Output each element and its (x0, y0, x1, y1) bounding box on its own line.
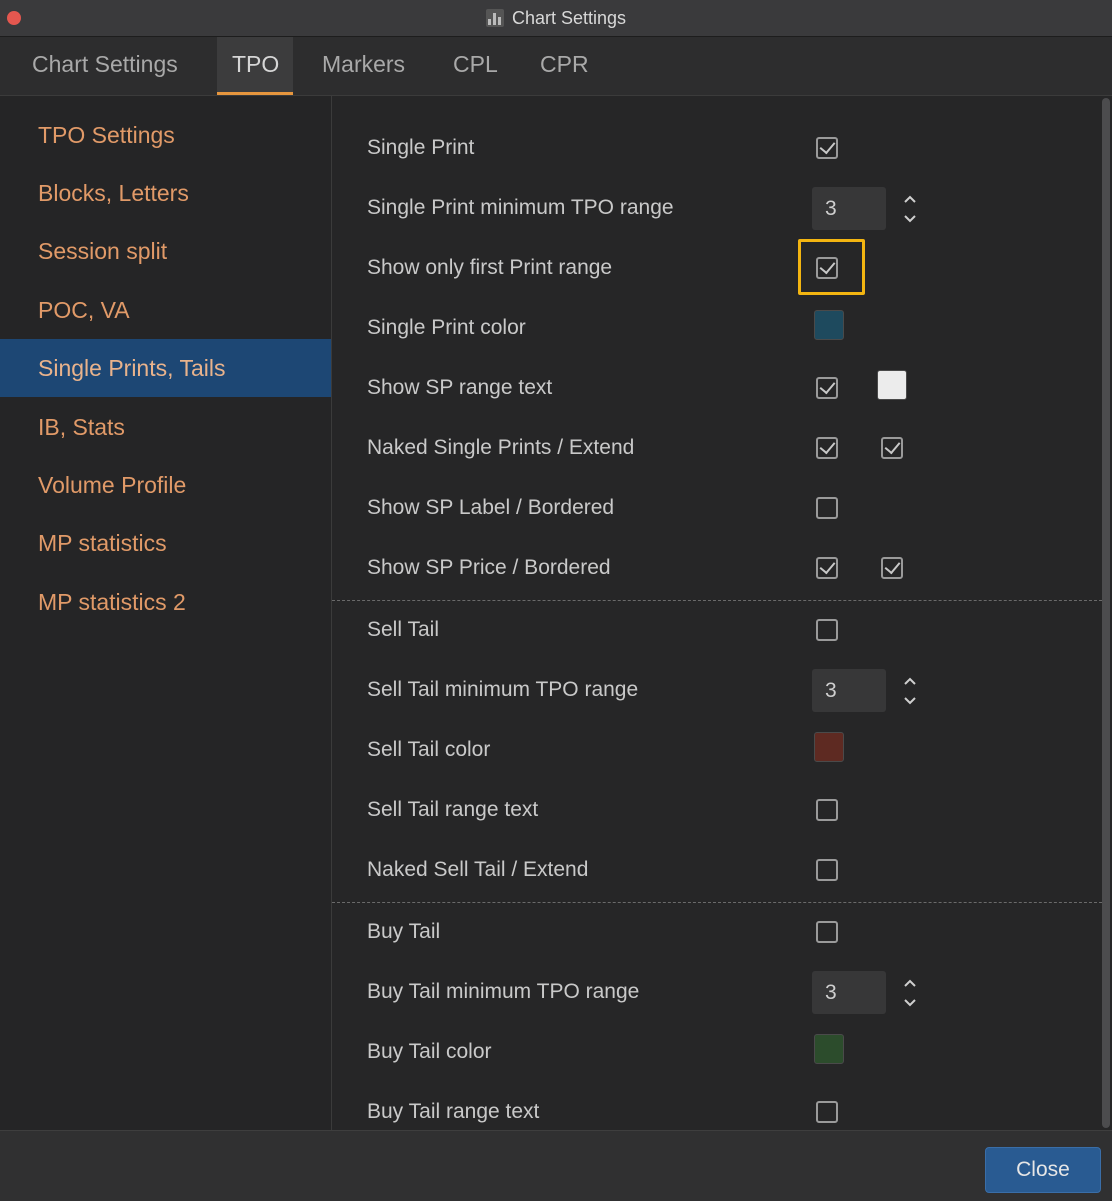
setting-label: Buy Tail color (367, 1040, 492, 1063)
setting-row: Naked Sell Tail / Extend (332, 840, 1102, 900)
buy-tail-checkbox[interactable] (816, 921, 838, 943)
show-sp-range-text-checkbox[interactable] (816, 377, 838, 399)
tab-markers[interactable]: Markers (307, 37, 420, 95)
setting-row: Buy Tail range text (332, 1082, 1102, 1130)
setting-label: Sell Tail range text (367, 798, 539, 821)
setting-label: Single Print minimum TPO range (367, 196, 674, 219)
buy-tail-color-swatch[interactable] (814, 1034, 844, 1064)
chart-icon (485, 9, 504, 27)
settings-panel: Single Print Single Print minimum TPO ra… (332, 96, 1112, 1130)
setting-label: Single Print (367, 136, 475, 159)
setting-row: Sell Tail color (332, 720, 1102, 780)
setting-row: Sell Tail range text (332, 780, 1102, 840)
setting-row: Show only first Print range (332, 238, 1102, 298)
buy-tail-range-text-checkbox[interactable] (816, 1101, 838, 1123)
close-button[interactable]: Close (985, 1147, 1101, 1193)
window-title: Chart Settings (511, 7, 627, 28)
sp-range-text-color-swatch[interactable] (877, 370, 907, 400)
single-print-color-swatch[interactable] (814, 310, 844, 340)
setting-label: Buy Tail minimum TPO range (367, 980, 640, 1003)
buy-tail-min-input[interactable]: 3 (812, 971, 886, 1014)
setting-label: Show SP range text (367, 376, 553, 399)
sidebar-item-blocks-letters[interactable]: Blocks, Letters (0, 164, 331, 222)
stepper-arrows-icon (904, 979, 916, 1007)
sidebar-item-mp-statistics[interactable]: MP statistics (0, 514, 331, 572)
sidebar-item-volume-profile[interactable]: Volume Profile (0, 456, 331, 514)
single-print-min-stepper[interactable] (900, 189, 920, 229)
show-sp-price-checkbox[interactable] (816, 557, 838, 579)
setting-label: Show SP Price / Bordered (367, 556, 611, 579)
setting-label: Sell Tail minimum TPO range (367, 678, 639, 701)
setting-row: Single Print minimum TPO range 3 (332, 178, 1102, 238)
naked-sell-tail-checkbox[interactable] (816, 859, 838, 881)
naked-single-prints-checkbox[interactable] (816, 437, 838, 459)
setting-row: Naked Single Prints / Extend (332, 418, 1102, 478)
sidebar-item-single-prints-tails[interactable]: Single Prints, Tails (0, 339, 331, 397)
setting-label: Buy Tail (367, 920, 441, 943)
setting-row: Single Print color (332, 298, 1102, 358)
tab-cpl[interactable]: CPL (438, 37, 513, 95)
title-bar: Chart Settings (0, 0, 1112, 37)
setting-label: Naked Single Prints / Extend (367, 436, 635, 459)
setting-label: Buy Tail range text (367, 1100, 540, 1123)
setting-row: Buy Tail minimum TPO range 3 (332, 962, 1102, 1022)
setting-row: Show SP Label / Bordered (332, 478, 1102, 538)
scrollbar[interactable] (1102, 98, 1110, 1128)
highlight-box (798, 239, 865, 295)
sidebar-item-mp-statistics-2[interactable]: MP statistics 2 (0, 573, 331, 631)
setting-label: Single Print color (367, 316, 526, 339)
show-sp-label-checkbox[interactable] (816, 497, 838, 519)
sell-tail-range-text-checkbox[interactable] (816, 799, 838, 821)
tab-cpr[interactable]: CPR (525, 37, 604, 95)
stepper-arrows-icon (904, 195, 916, 223)
setting-label: Sell Tail (367, 618, 439, 641)
sidebar-item-session-split[interactable]: Session split (0, 222, 331, 280)
show-sp-price-bordered-checkbox[interactable] (881, 557, 903, 579)
sidebar-item-poc-va[interactable]: POC, VA (0, 281, 331, 339)
sidebar-item-tpo-settings[interactable]: TPO Settings (0, 106, 331, 164)
setting-row: Show SP Price / Bordered (332, 538, 1102, 598)
title-group: Chart Settings (0, 0, 1112, 36)
sell-tail-color-swatch[interactable] (814, 732, 844, 762)
setting-label: Sell Tail color (367, 738, 491, 761)
setting-row: Buy Tail (332, 902, 1102, 962)
setting-row: Sell Tail (332, 600, 1102, 660)
sell-tail-min-stepper[interactable] (900, 671, 920, 711)
buy-tail-min-stepper[interactable] (900, 973, 920, 1013)
sell-tail-min-input[interactable]: 3 (812, 669, 886, 712)
stepper-arrows-icon (904, 677, 916, 705)
tab-tpo[interactable]: TPO (217, 37, 293, 95)
setting-label: Show only first Print range (367, 256, 613, 279)
sidebar: TPO Settings Blocks, Letters Session spl… (0, 96, 332, 1130)
setting-row: Show SP range text (332, 358, 1102, 418)
sell-tail-checkbox[interactable] (816, 619, 838, 641)
setting-row: Buy Tail color (332, 1022, 1102, 1082)
single-print-min-input[interactable]: 3 (812, 187, 886, 230)
setting-row: Single Print (332, 118, 1102, 178)
single-print-checkbox[interactable] (816, 137, 838, 159)
sidebar-item-ib-stats[interactable]: IB, Stats (0, 398, 331, 456)
tab-chart-settings[interactable]: Chart Settings (17, 37, 193, 95)
naked-single-prints-extend-checkbox[interactable] (881, 437, 903, 459)
setting-label: Show SP Label / Bordered (367, 496, 615, 519)
footer-bar: Close (0, 1130, 1112, 1201)
tab-bar: Chart Settings TPO Markers CPL CPR (0, 37, 1112, 96)
setting-label: Naked Sell Tail / Extend (367, 858, 589, 881)
setting-row: Sell Tail minimum TPO range 3 (332, 660, 1102, 720)
